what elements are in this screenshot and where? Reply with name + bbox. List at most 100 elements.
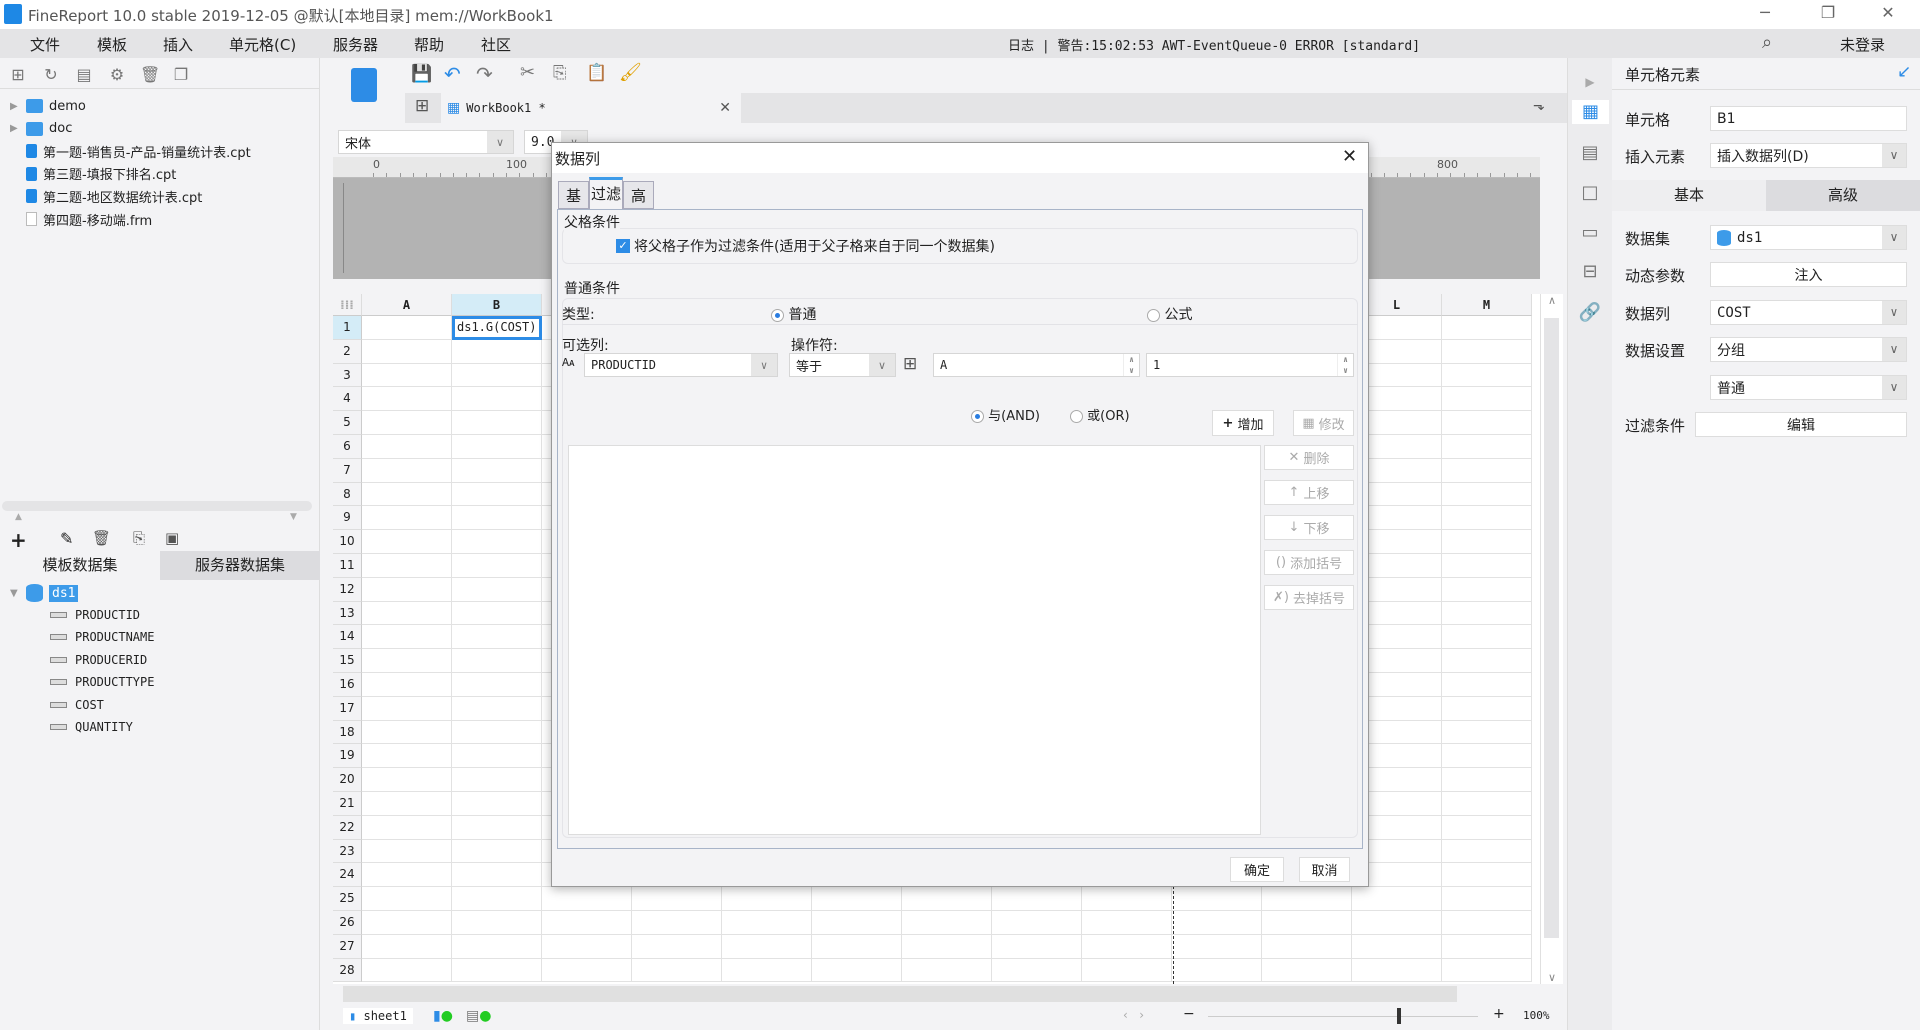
ok-button[interactable]: 确定 [1230, 857, 1284, 882]
row-header[interactable]: 17 [333, 696, 362, 721]
row-header[interactable]: 13 [333, 601, 362, 626]
row-header[interactable]: 19 [333, 744, 362, 769]
cell[interactable] [1442, 387, 1532, 412]
row-header[interactable]: 7 [333, 458, 362, 483]
radio-icon[interactable] [1147, 308, 1160, 322]
copy-icon[interactable]: ⎘ [553, 63, 567, 83]
zoom-slider[interactable] [1208, 1016, 1478, 1017]
cell[interactable] [1442, 673, 1532, 697]
remove-bracket-button[interactable]: ✗) 去掉括号 [1264, 585, 1354, 610]
sheet-tab[interactable]: ▮ sheet1 [343, 1008, 413, 1024]
expand-caret-icon[interactable]: ▶ [10, 101, 20, 112]
value-b-input[interactable]: 1 ∧ ∨ [1146, 353, 1354, 377]
cell[interactable] [362, 768, 452, 792]
row-header[interactable]: 16 [333, 673, 362, 697]
new-sheet-icon[interactable]: ⊞ [415, 96, 429, 116]
cell[interactable] [452, 577, 542, 602]
or-radio[interactable]: 或(OR) [1070, 405, 1130, 424]
value-type-icon[interactable]: ⊞ [903, 354, 917, 374]
cell[interactable] [362, 387, 452, 412]
cell[interactable] [992, 958, 1082, 983]
row-header[interactable]: 22 [333, 815, 362, 840]
cell[interactable] [452, 435, 542, 459]
cell[interactable] [362, 458, 452, 483]
cell[interactable] [1352, 911, 1442, 935]
cell[interactable] [452, 649, 542, 673]
column-type-icon[interactable]: 🗛 [562, 356, 574, 370]
cell[interactable] [1442, 744, 1532, 769]
cell[interactable] [1442, 792, 1532, 816]
tree-hscrollbar[interactable] [2, 501, 312, 511]
cell[interactable] [542, 887, 632, 911]
row-header[interactable]: 14 [333, 625, 362, 650]
tab-advanced[interactable]: 高级 [623, 181, 654, 233]
cell[interactable] [1442, 530, 1532, 554]
dataset-select[interactable]: ds1 ∨ [1710, 225, 1907, 250]
template-preview-icon[interactable] [351, 68, 377, 102]
dataset-field[interactable]: PRODUCTNAME [50, 626, 154, 648]
cell[interactable] [1442, 458, 1532, 483]
cell[interactable] [452, 411, 542, 435]
menu-template[interactable]: 模板 [97, 34, 127, 55]
cell[interactable] [362, 649, 452, 673]
selected-cell-b1[interactable]: ds1.G(COST) [452, 316, 542, 340]
menu-file[interactable]: 文件 [30, 34, 60, 55]
add-bracket-button[interactable]: () 添加括号 [1264, 550, 1354, 575]
undo-icon[interactable]: ↶ [444, 62, 461, 86]
file-tree-item[interactable]: 第三题-填报下排名.cpt [10, 163, 176, 185]
checkbox-checked-icon[interactable]: ✓ [616, 239, 630, 253]
cell[interactable] [362, 792, 452, 816]
tab-server-dataset[interactable]: 服务器数据集 [160, 551, 320, 580]
widget-settings-icon[interactable]: ▭ [1578, 221, 1602, 245]
cell[interactable] [1442, 839, 1532, 864]
row-header[interactable]: 10 [333, 530, 362, 554]
hyperlink-icon[interactable]: 🔗 [1578, 301, 1602, 325]
cell-attribute-icon[interactable]: ▤ [1578, 141, 1602, 165]
new-folder-icon[interactable]: ⊞ [9, 66, 27, 84]
cell[interactable] [362, 815, 452, 840]
row-header[interactable]: 24 [333, 863, 362, 888]
cell[interactable] [992, 934, 1082, 959]
cell[interactable] [1262, 911, 1352, 935]
redo-icon[interactable]: ↷ [476, 62, 493, 86]
cell[interactable] [812, 887, 902, 911]
row-header[interactable]: 28 [333, 958, 362, 983]
file-tree-item[interactable]: 第二题-地区数据统计表.cpt [10, 185, 202, 207]
cell[interactable] [452, 601, 542, 626]
login-link[interactable]: 未登录 [1840, 34, 1885, 55]
format-painter-icon[interactable]: 🖌 [619, 62, 642, 83]
search-icon[interactable]: ⌕ [1762, 32, 1772, 53]
zoom-in-button[interactable]: + [1493, 1006, 1505, 1022]
cell[interactable] [992, 887, 1082, 911]
add-dataset-icon[interactable]: + [10, 528, 27, 552]
tab-template-dataset[interactable]: 模板数据集 [0, 551, 160, 580]
file-tree-item[interactable]: ▶ doc [10, 118, 72, 140]
save-icon[interactable]: 💾 [411, 64, 432, 84]
radio-selected-icon[interactable] [771, 308, 784, 322]
dataset-field[interactable]: PRODUCTTYPE [50, 671, 154, 693]
radio-selected-icon[interactable] [971, 410, 984, 423]
cell[interactable] [362, 911, 452, 935]
cell[interactable] [452, 506, 542, 531]
edit-dataset-icon[interactable]: ✎ [60, 529, 73, 548]
cell[interactable] [1442, 768, 1532, 792]
menu-server[interactable]: 服务器 [333, 34, 378, 55]
delete-icon[interactable]: 🗑 [140, 66, 160, 84]
row-header[interactable]: 5 [333, 411, 362, 435]
cell[interactable] [452, 934, 542, 959]
type-normal-radio[interactable]: 普通 [771, 304, 816, 324]
menu-help[interactable]: 帮助 [414, 34, 444, 55]
cell[interactable] [452, 768, 542, 792]
cell[interactable] [1262, 958, 1352, 983]
row-header[interactable]: 4 [333, 387, 362, 412]
row-header[interactable]: 18 [333, 720, 362, 745]
cell[interactable] [1442, 911, 1532, 935]
cell[interactable] [362, 696, 452, 721]
tab-workbook1[interactable]: ▦ WorkBook1 * ✕ [441, 93, 741, 123]
cell[interactable] [452, 482, 542, 507]
tab-basic[interactable]: 基本 [558, 181, 589, 233]
edit-filter-button[interactable]: 编辑 [1695, 412, 1907, 437]
dataset-node[interactable]: ▼ ds1 [10, 582, 79, 604]
cell[interactable] [362, 506, 452, 531]
cell[interactable] [1442, 863, 1532, 888]
